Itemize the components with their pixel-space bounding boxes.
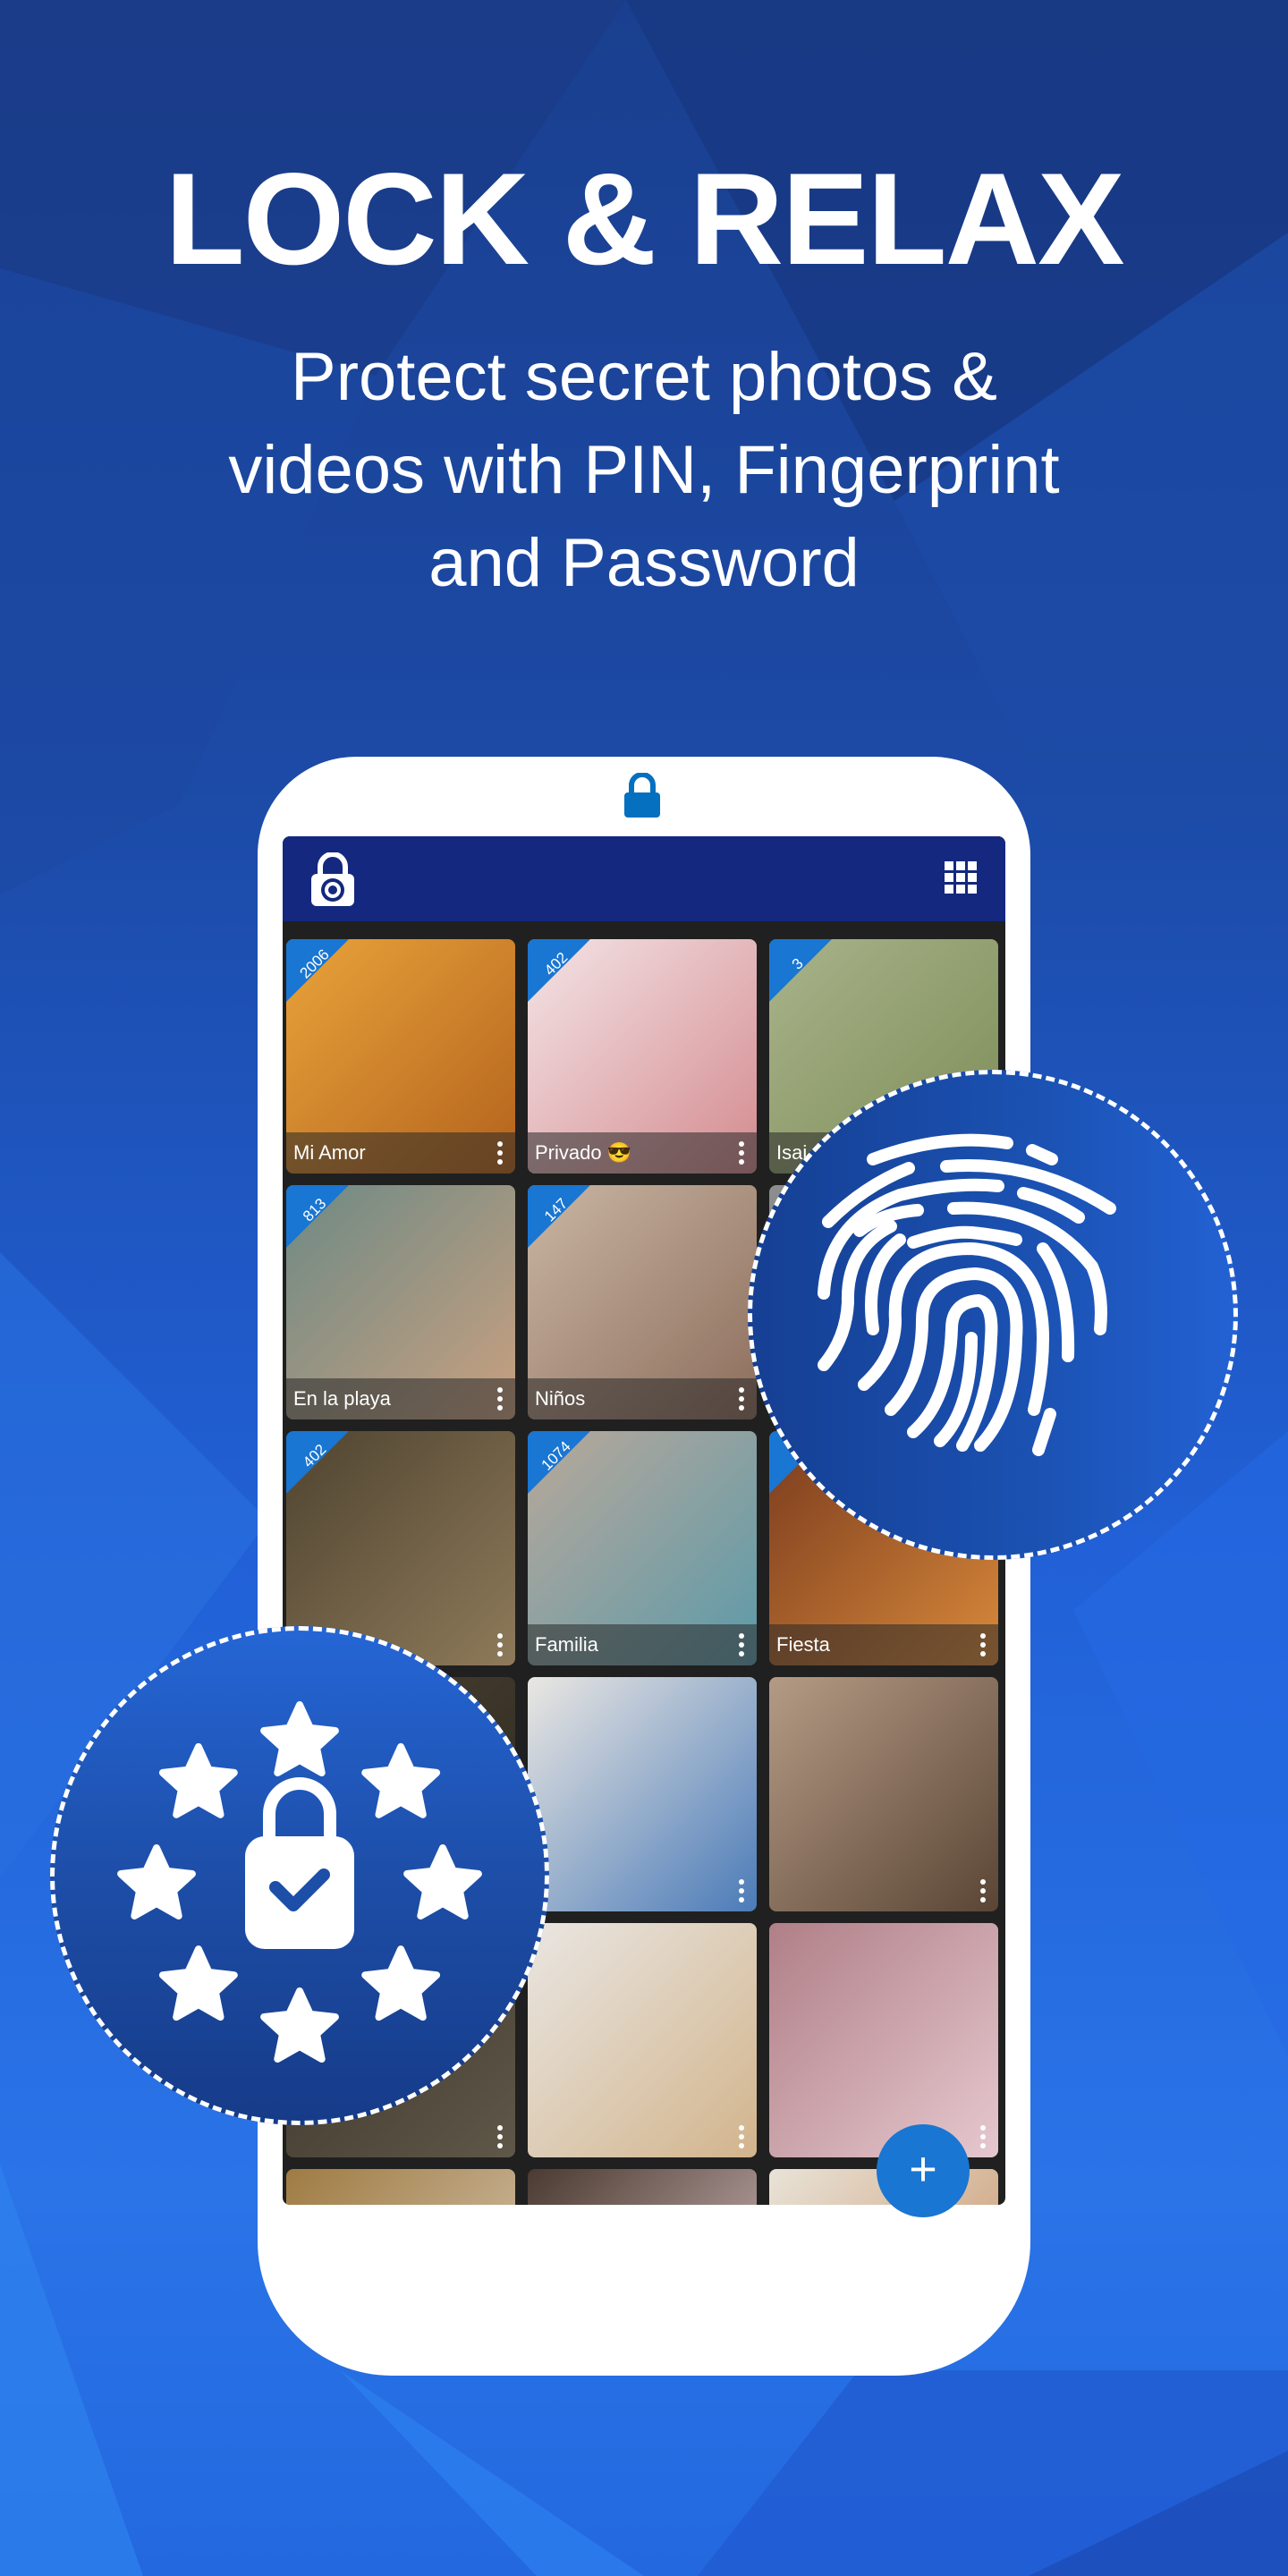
fingerprint-badge — [748, 1070, 1238, 1560]
more-options-icon[interactable] — [497, 1141, 503, 1165]
fingerprint-dashed-border — [748, 1070, 1238, 1560]
album-cover-photo — [286, 2169, 515, 2205]
album-cover-photo — [769, 1677, 998, 1911]
album-cover-photo — [769, 1923, 998, 2157]
more-options-icon[interactable] — [739, 1633, 744, 1657]
album-tile[interactable] — [286, 2169, 515, 2205]
album-tile[interactable] — [528, 1923, 757, 2157]
album-cover-photo — [528, 2169, 757, 2205]
album-name: Privado 😎 — [535, 1141, 632, 1164]
album-tile[interactable]: Niños 147 — [528, 1185, 757, 1419]
subheadline-line: and Password — [428, 525, 860, 601]
album-name: En la playa — [293, 1387, 391, 1410]
album-name: Fiesta — [776, 1633, 830, 1656]
subheadline-line: Protect secret photos & — [291, 339, 997, 415]
more-options-icon[interactable] — [739, 1879, 744, 1902]
more-options-icon[interactable] — [980, 2125, 986, 2148]
more-options-icon[interactable] — [739, 1387, 744, 1411]
app-bar — [283, 836, 1005, 921]
album-tile[interactable]: Privado 😎 402 — [528, 939, 757, 1174]
add-album-button[interactable]: + — [877, 2124, 970, 2217]
album-cover-photo — [528, 1677, 757, 1911]
album-tile[interactable]: En la playa 813 — [286, 1185, 515, 1419]
album-cover-photo — [528, 1923, 757, 2157]
lock-stars-dashed-border — [50, 1626, 549, 2125]
album-tile[interactable] — [528, 1677, 757, 1911]
album-tile[interactable] — [769, 1677, 998, 1911]
more-options-icon[interactable] — [980, 1879, 986, 1902]
more-options-icon[interactable] — [739, 2125, 744, 2148]
lock-stars-badge — [50, 1626, 549, 2125]
subheadline: Protect secret photos & videos with PIN,… — [0, 331, 1288, 610]
grid-view-button[interactable] — [945, 861, 977, 894]
grid-view-icon — [945, 861, 953, 870]
subheadline-line: videos with PIN, Fingerprint — [228, 432, 1060, 508]
album-name: Mi Amor — [293, 1141, 366, 1164]
lock-camera-logo-icon[interactable] — [308, 852, 358, 906]
album-tile[interactable] — [769, 1923, 998, 2157]
album-name: Niños — [535, 1387, 586, 1410]
more-options-icon[interactable] — [980, 1633, 986, 1657]
headline: LOCK & RELAX — [165, 146, 1125, 292]
padlock-icon — [624, 773, 660, 818]
more-options-icon[interactable] — [497, 1387, 503, 1411]
album-tile[interactable] — [528, 2169, 757, 2205]
more-options-icon[interactable] — [497, 2125, 503, 2148]
more-options-icon[interactable] — [739, 1141, 744, 1165]
album-tile[interactable]: Familia 1074 — [528, 1431, 757, 1665]
album-tile[interactable]: Mi Amor 2006 — [286, 939, 515, 1174]
